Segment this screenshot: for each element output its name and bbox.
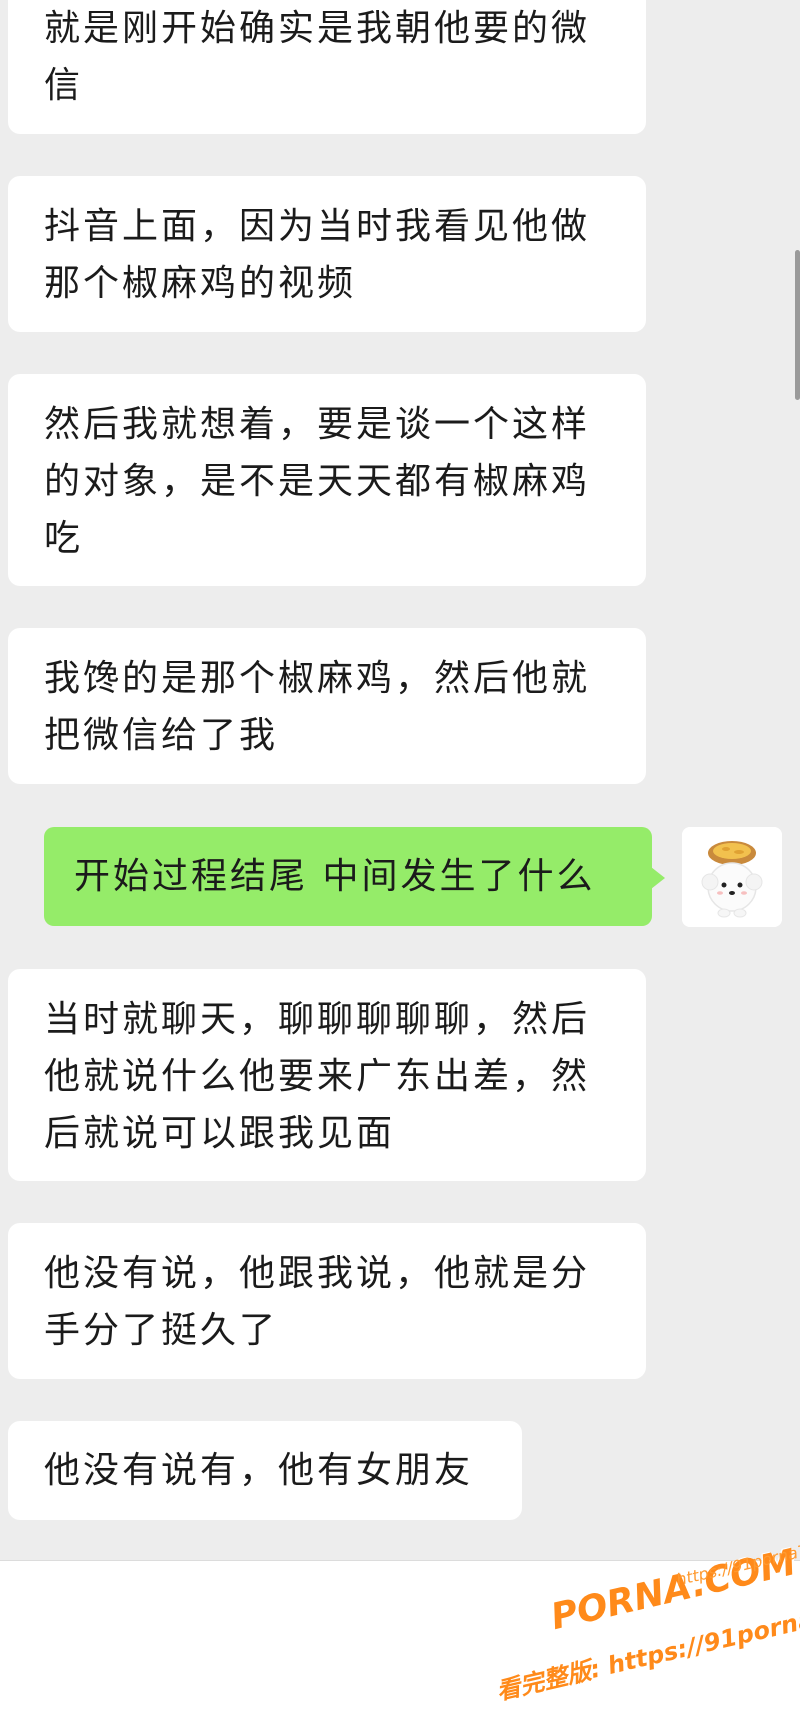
message-bubble-1: 就是刚开始确实是我朝他要的微信 (8, 0, 646, 134)
message-bubble-2: 抖音上面，因为当时我看见他做那个椒麻鸡的视频 (8, 176, 646, 332)
message-bubble-5: 当时就聊天，聊聊聊聊聊，然后他就说什么他要来广东出差，然后就说可以跟我见面 (8, 969, 646, 1181)
scrollbar[interactable] (795, 250, 800, 400)
cartoon-dog-avatar-icon (682, 827, 782, 927)
chat-window: 就是刚开始确实是我朝他要的微信 抖音上面，因为当时我看见他做那个椒麻鸡的视频 然… (0, 0, 800, 1736)
message-bubble-self: 开始过程结尾 中间发生了什么 (44, 827, 665, 926)
message-bubble-4: 我馋的是那个椒麻鸡，然后他就把微信给了我 (8, 628, 646, 784)
message-bubble-6: 他没有说，他跟我说，他就是分手分了挺久了 (8, 1223, 646, 1379)
self-avatar[interactable] (682, 827, 782, 927)
message-bubble-3: 然后我就想着，要是谈一个这样的对象，是不是天天都有椒麻鸡吃 (8, 374, 646, 586)
message-bubble-7: 他没有说有，他有女朋友 (8, 1421, 522, 1520)
